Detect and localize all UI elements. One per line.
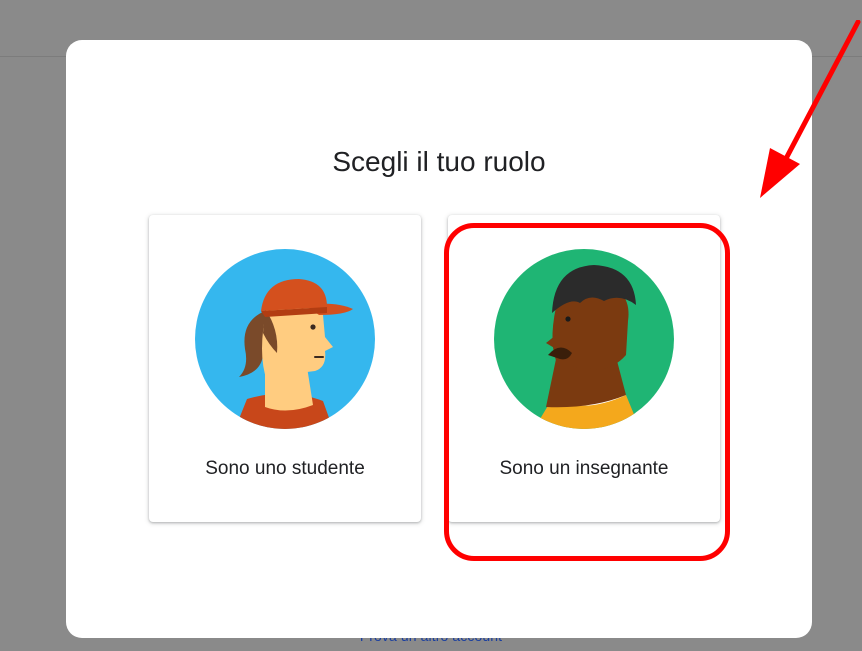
- student-avatar-icon: [195, 249, 375, 429]
- teacher-avatar-icon: [494, 249, 674, 429]
- role-selection-dialog: Scegli il tuo ruolo Sono uno studente So…: [66, 40, 812, 638]
- teacher-role-label: Sono un insegnante: [499, 458, 669, 479]
- student-role-label: Sono uno studente: [205, 458, 365, 479]
- dialog-title: Scegli il tuo ruolo: [332, 146, 546, 177]
- student-role-card[interactable]: Sono uno studente: [149, 215, 421, 522]
- teacher-role-card[interactable]: Sono un insegnante: [448, 215, 720, 522]
